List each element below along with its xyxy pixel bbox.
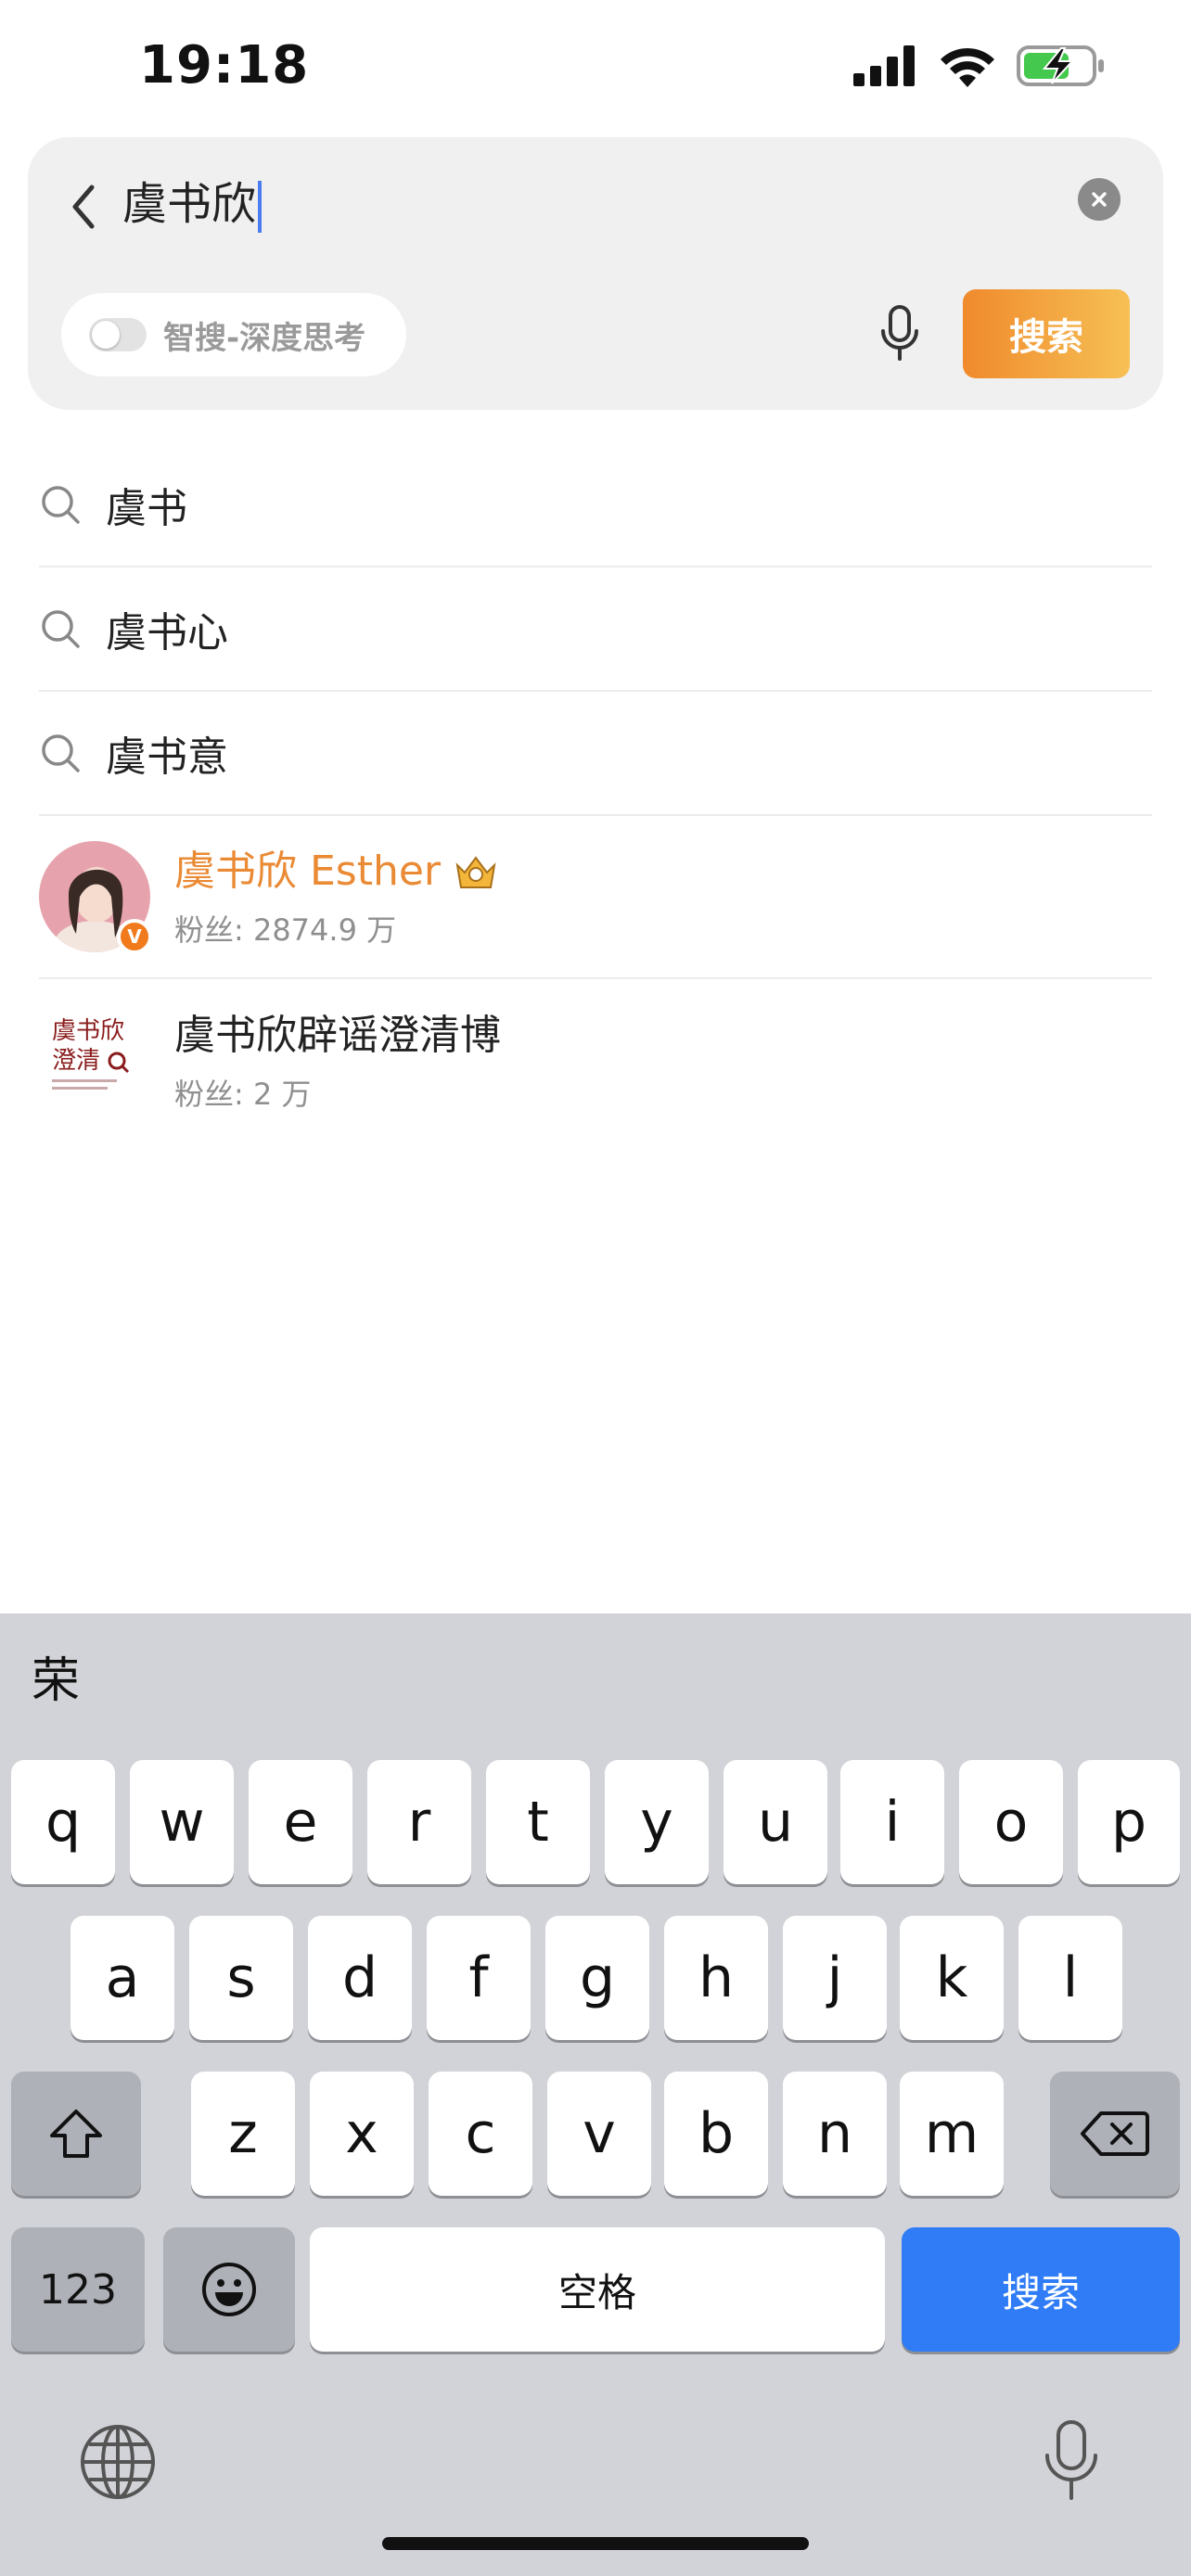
search-icon <box>42 610 80 648</box>
toggle-switch[interactable] <box>89 318 147 351</box>
fans-count: 粉丝: 2874.9 万 <box>174 912 397 948</box>
toggle-knob <box>92 321 120 349</box>
user-name: 虞书欣 Esther <box>174 848 442 895</box>
dictation-button[interactable] <box>1043 2418 1100 2507</box>
user-name: 虞书欣辟谣澄清博 <box>174 1012 501 1059</box>
key-c[interactable]: c <box>429 2072 532 2196</box>
search-button[interactable]: 搜索 <box>963 289 1130 378</box>
search-icon <box>42 734 80 772</box>
suggestion-text: 虞书心 <box>106 609 228 657</box>
fans-count: 粉丝: 2 万 <box>174 1077 312 1112</box>
deep-think-label: 智搜-深度思考 <box>163 319 366 357</box>
chevron-left-icon <box>72 185 95 229</box>
keyboard: 荣 q w e r t y u i o p a s d f g h j k l … <box>0 1613 1191 2576</box>
voice-search-button[interactable] <box>863 297 937 371</box>
user-result-item[interactable]: V 虞书欣 Esther 粉丝: 2874.9 万 <box>39 816 1152 979</box>
avatar: 虞书欣 澄清 <box>39 1005 150 1116</box>
cellular-signal-icon <box>853 45 915 86</box>
avatar-wrapper: 虞书欣 澄清 <box>39 1005 150 1116</box>
space-key[interactable]: 空格 <box>310 2227 885 2352</box>
status-icons <box>853 45 1106 87</box>
key-q[interactable]: q <box>11 1760 115 1884</box>
globe-icon <box>81 2425 155 2499</box>
user-info: 虞书欣 Esther 粉丝: 2874.9 万 <box>174 844 500 950</box>
home-indicator[interactable] <box>382 2537 809 2550</box>
back-button[interactable] <box>56 174 111 239</box>
key-r[interactable]: r <box>367 1760 471 1884</box>
key-b[interactable]: b <box>664 2072 768 2196</box>
key-k[interactable]: k <box>900 1916 1004 2040</box>
key-j[interactable]: j <box>783 1916 887 2040</box>
suggestion-text: 虞书 <box>106 485 187 532</box>
key-p[interactable]: p <box>1078 1760 1180 1884</box>
microphone-icon <box>881 305 918 361</box>
keyboard-search-key[interactable]: 搜索 <box>902 2227 1180 2352</box>
key-o[interactable]: o <box>959 1760 1063 1884</box>
key-h[interactable]: h <box>664 1916 768 2040</box>
numbers-key[interactable]: 123 <box>11 2227 145 2352</box>
key-f[interactable]: f <box>427 1916 531 2040</box>
shift-icon <box>50 2110 102 2158</box>
search-input[interactable]: 虞书欣 <box>122 171 263 237</box>
search-icon <box>42 486 80 524</box>
status-bar: 19:18 <box>0 0 1191 139</box>
key-y[interactable]: y <box>605 1760 709 1884</box>
emoji-icon <box>202 2263 256 2316</box>
suggestion-item[interactable]: 虞书心 <box>39 567 1152 692</box>
microphone-icon <box>1045 2420 1097 2500</box>
key-x[interactable]: x <box>310 2072 414 2196</box>
avatar-wrapper: V <box>39 841 152 954</box>
key-l[interactable]: l <box>1018 1916 1122 2040</box>
key-w[interactable]: w <box>130 1760 234 1884</box>
suggestion-item[interactable]: 虞书意 <box>39 692 1152 816</box>
key-z[interactable]: z <box>191 2072 295 2196</box>
suggestion-text: 虞书意 <box>106 733 228 781</box>
key-t[interactable]: t <box>486 1760 590 1884</box>
globe-button[interactable] <box>78 2422 158 2506</box>
text-caret <box>258 181 263 233</box>
key-i[interactable]: i <box>840 1760 944 1884</box>
key-a[interactable]: a <box>70 1916 174 2040</box>
verified-badge-icon: V <box>117 919 152 954</box>
delete-key[interactable] <box>1050 2072 1180 2196</box>
key-n[interactable]: n <box>783 2072 887 2196</box>
deep-think-toggle[interactable]: 智搜-深度思考 <box>61 293 406 376</box>
suggestion-item[interactable]: 虞书 <box>39 443 1152 567</box>
search-query: 虞书欣 <box>122 178 257 230</box>
svg-text:澄清: 澄清 <box>52 1047 100 1075</box>
user-result-item[interactable]: 虞书欣 澄清 虞书欣辟谣澄清博 粉丝: 2 万 <box>39 979 1152 1142</box>
rumor-clarification-logo: 虞书欣 澄清 <box>52 1017 130 1090</box>
wifi-icon <box>941 47 994 87</box>
emoji-key[interactable] <box>163 2227 295 2352</box>
shift-key[interactable] <box>11 2072 141 2196</box>
backspace-icon <box>1081 2111 1149 2156</box>
key-g[interactable]: g <box>545 1916 649 2040</box>
crown-badge-icon <box>455 856 496 888</box>
suggestion-list: 虞书 虞书心 虞书意 V 虞书欣 Esther 粉丝: 2874.9 万 虞书欣… <box>39 443 1152 1142</box>
status-time: 19:18 <box>139 35 310 96</box>
close-icon <box>1092 192 1107 207</box>
search-panel: 虞书欣 智搜-深度思考 搜索 <box>28 137 1163 410</box>
key-u[interactable]: u <box>724 1760 827 1884</box>
key-s[interactable]: s <box>189 1916 293 2040</box>
key-e[interactable]: e <box>249 1760 352 1884</box>
key-v[interactable]: v <box>547 2072 651 2196</box>
key-m[interactable]: m <box>900 2072 1004 2196</box>
candidate-word[interactable]: 荣 <box>32 1641 80 1711</box>
user-name-row: 虞书欣 Esther <box>174 844 500 899</box>
key-d[interactable]: d <box>308 1916 412 2040</box>
battery-charging-icon <box>1017 45 1104 86</box>
svg-text:虞书欣: 虞书欣 <box>52 1017 124 1045</box>
clear-button[interactable] <box>1078 178 1121 221</box>
user-info: 虞书欣辟谣澄清博 粉丝: 2 万 <box>174 1008 501 1114</box>
